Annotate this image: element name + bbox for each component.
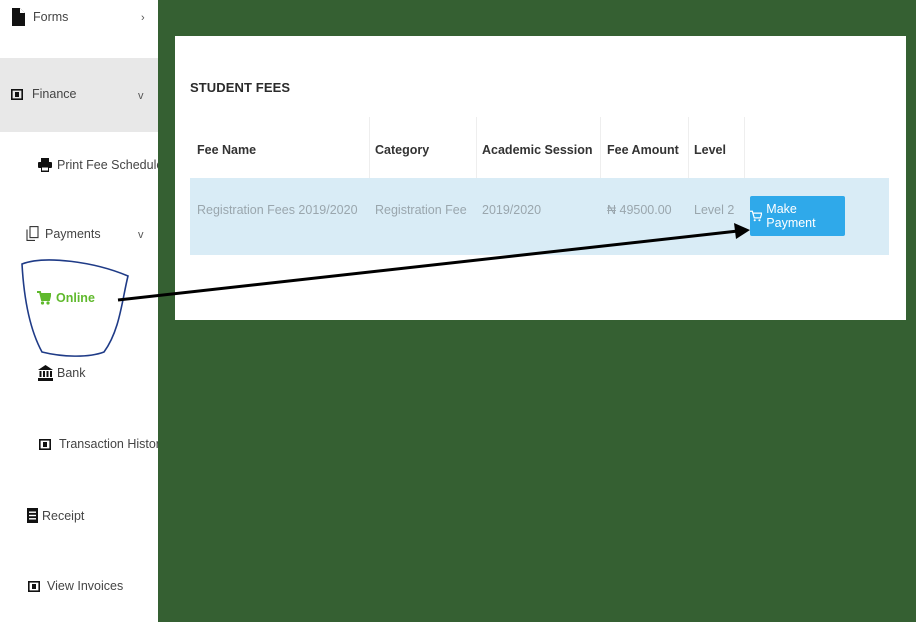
sidebar-item-label: Transaction History (59, 437, 167, 451)
column-header-academic-session: Academic Session (482, 143, 593, 157)
column-header-fee-amount: Fee Amount (607, 143, 679, 157)
receipt-icon (27, 508, 38, 523)
document-icon (12, 8, 25, 26)
cell-category: Registration Fee (375, 203, 467, 217)
chevron-right-icon: › (141, 12, 145, 24)
card-title: STUDENT FEES (190, 80, 291, 95)
sidebar-item-label: Print Fee Schedule (57, 158, 164, 172)
sidebar-item-label: Payments (45, 226, 101, 241)
sidebar-item-label: Forms (33, 10, 69, 24)
cart-icon (37, 291, 51, 305)
copy-icon (26, 226, 39, 241)
invoice-icon (28, 580, 40, 592)
cell-fee-name: Registration Fees 2019/2020 (197, 203, 358, 217)
column-divider (369, 117, 370, 178)
sidebar-item-forms[interactable]: Forms (11, 8, 68, 26)
sidebar-item-label: Finance (32, 87, 77, 101)
make-payment-button[interactable]: Make Payment (750, 196, 845, 236)
cell-level: Level 2 (694, 203, 735, 217)
sidebar: Forms › Finance v Print Fee Schedule Pay… (0, 0, 166, 634)
printer-icon (38, 158, 52, 172)
chevron-down-icon: v (138, 90, 144, 102)
finance-icon (11, 88, 23, 100)
sidebar-item-finance[interactable]: Finance (11, 87, 76, 101)
column-divider (688, 117, 689, 178)
transaction-icon (39, 438, 51, 450)
sidebar-item-view-invoices[interactable]: View Invoices (28, 579, 123, 593)
sidebar-item-label: Online (56, 291, 95, 305)
sidebar-item-receipt[interactable]: Receipt (27, 508, 84, 523)
sidebar-item-label: Receipt (42, 508, 85, 523)
chevron-down-icon: v (138, 229, 144, 241)
bank-icon (38, 365, 53, 381)
cart-icon (750, 210, 763, 222)
cell-fee-amount: ₦ 49500.00 (607, 203, 672, 217)
sidebar-item-online[interactable]: Online (37, 291, 95, 305)
column-divider (600, 117, 601, 178)
column-header-level: Level (694, 143, 726, 157)
column-divider (476, 117, 477, 178)
column-header-category: Category (375, 143, 430, 157)
sidebar-item-label: View Invoices (47, 579, 124, 593)
cell-session: 2019/2020 (482, 203, 542, 217)
column-header-fee-name: Fee Name (197, 143, 257, 157)
sidebar-item-bank[interactable]: Bank (38, 365, 86, 381)
column-divider (744, 117, 745, 178)
sidebar-item-label: Bank (57, 366, 86, 380)
sidebar-item-print-fee-schedule[interactable]: Print Fee Schedule (38, 158, 163, 172)
make-payment-label: Make Payment (766, 202, 816, 230)
sidebar-item-transaction-history[interactable]: Transaction History (39, 437, 166, 451)
sidebar-item-payments[interactable]: Payments (26, 226, 101, 241)
